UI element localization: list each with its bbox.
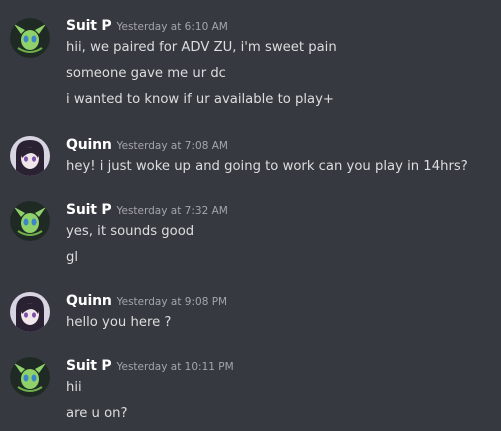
username[interactable]: Suit P (66, 18, 112, 34)
anime-girl-icon[interactable] (10, 292, 50, 332)
timestamp[interactable]: Yesterday at 10:11 PM (116, 361, 233, 373)
timestamp[interactable]: Yesterday at 7:08 AM (117, 140, 228, 152)
message-text: hii (66, 380, 82, 395)
message-header: Suit P Yesterday at 6:10 AM (66, 16, 228, 36)
message-text: yes, it sounds good (66, 224, 195, 239)
celebi-icon[interactable] (10, 201, 50, 241)
message-header: Suit P Yesterday at 7:32 AM (66, 200, 228, 220)
message-header: Quinn Yesterday at 7:08 AM (66, 135, 228, 155)
username[interactable]: Suit P (66, 358, 112, 374)
message-text: gl (66, 250, 79, 265)
message-text: i wanted to know if ur available to play… (66, 92, 334, 107)
timestamp[interactable]: Yesterday at 6:10 AM (116, 21, 227, 33)
message-header: Quinn Yesterday at 9:08 PM (66, 291, 227, 311)
celebi-icon[interactable] (10, 18, 50, 58)
anime-girl-icon[interactable] (10, 136, 50, 176)
celebi-icon[interactable] (10, 357, 50, 397)
message-text: hii, we paired for ADV ZU, i'm sweet pai… (66, 40, 337, 55)
username[interactable]: Quinn (66, 137, 112, 153)
chat-log: Suit P Yesterday at 6:10 AM hii, we paire… (0, 0, 501, 431)
message-text: hello you here ? (66, 315, 172, 330)
message-text: hey! i just woke up and going to work ca… (66, 159, 468, 174)
timestamp[interactable]: Yesterday at 9:08 PM (117, 296, 228, 308)
message-header: Suit P Yesterday at 10:11 PM (66, 356, 234, 376)
username[interactable]: Quinn (66, 293, 112, 309)
message-text: are u on? (66, 406, 128, 421)
timestamp[interactable]: Yesterday at 7:32 AM (116, 205, 227, 217)
message-text: someone gave me ur dc (66, 66, 226, 81)
username[interactable]: Suit P (66, 202, 112, 218)
